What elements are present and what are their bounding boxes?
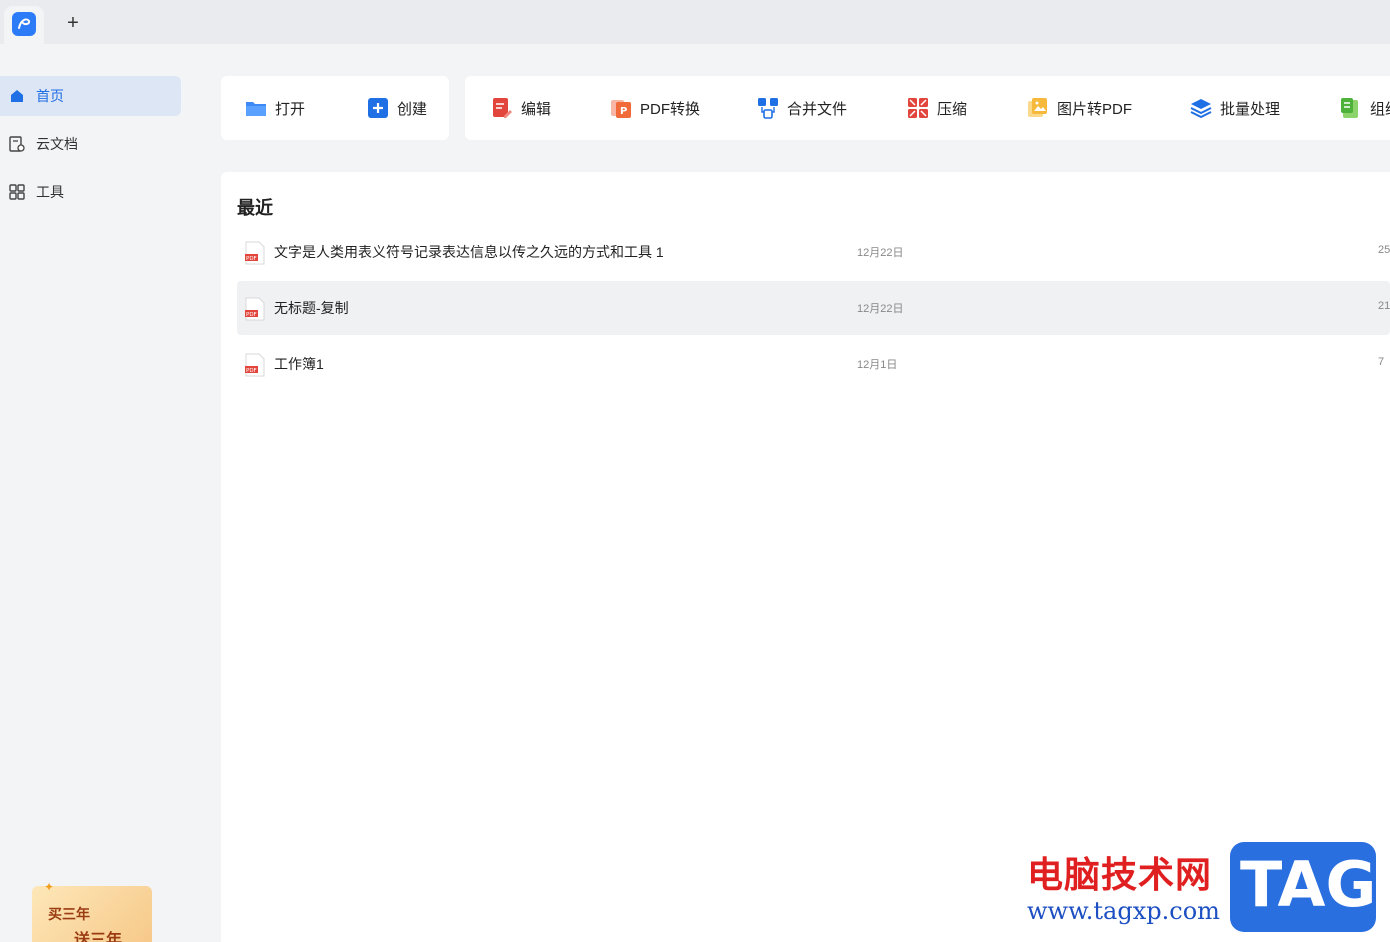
sidebar-item-home[interactable]: 首页	[0, 76, 181, 116]
open-button[interactable]: 打开	[245, 76, 305, 140]
file-date: 12月1日	[857, 359, 898, 371]
promo-line1: 买三年	[48, 906, 90, 922]
title-bar: +	[0, 0, 1390, 44]
svg-text:PDF: PDF	[246, 368, 257, 374]
pdf-file-icon: PDF	[245, 241, 265, 265]
create-label: 创建	[397, 100, 428, 118]
watermark-title: 电脑技术网	[1027, 854, 1213, 896]
edit-tool-button[interactable]: 编辑	[491, 76, 551, 140]
image-to-pdf-button[interactable]: 图片转PDF	[1027, 76, 1132, 140]
organize-label: 组织	[1370, 100, 1390, 118]
edit-tool-label: 编辑	[521, 100, 552, 118]
cloud-doc-icon	[8, 135, 26, 153]
file-date: 12月22日	[857, 303, 904, 315]
watermark-url: www.tagxp.com	[1027, 897, 1220, 925]
file-size: 25	[1378, 244, 1390, 256]
file-actions-card: 打开 创建	[221, 76, 449, 140]
watermark-badge-text: TAG	[1240, 848, 1377, 921]
file-name: 文字是人类用表义符号记录表达信息以传之久远的方式和工具 1	[274, 244, 664, 260]
image-to-pdf-label: 图片转PDF	[1057, 100, 1133, 118]
home-icon	[8, 87, 26, 105]
merge-files-label: 合并文件	[787, 100, 848, 118]
tools-card: 编辑 P PDF转换 合并文件 压缩 图片转PDF 批量处理 组织	[465, 76, 1390, 140]
compress-icon	[907, 97, 929, 119]
svg-text:PDF: PDF	[246, 312, 257, 318]
batch-process-label: 批量处理	[1220, 100, 1281, 118]
file-row[interactable]: PDF 无标题-复制 12月22日 21	[237, 281, 1390, 335]
sparkle-icon: ✦	[44, 880, 55, 894]
file-size: 21	[1378, 300, 1390, 312]
pdf-convert-icon: P	[610, 97, 632, 119]
recent-title: 最近	[237, 198, 273, 218]
new-tab-button[interactable]: +	[62, 12, 84, 34]
pdf-convert-button[interactable]: P PDF转换	[610, 76, 700, 140]
app-logo-icon	[12, 12, 36, 36]
folder-icon	[245, 97, 267, 119]
sidebar-item-tools[interactable]: 工具	[0, 172, 181, 212]
pdf-file-icon: PDF	[245, 353, 265, 377]
compress-label: 压缩	[937, 100, 968, 118]
edit-doc-icon	[491, 97, 513, 119]
open-label: 打开	[275, 100, 306, 118]
pdf-file-icon: PDF	[245, 297, 265, 321]
sidebar-item-cloud-docs[interactable]: 云文档	[0, 124, 181, 164]
file-name: 工作簿1	[274, 356, 324, 372]
merge-icon	[757, 97, 779, 119]
batch-process-button[interactable]: 批量处理	[1190, 76, 1280, 140]
create-button[interactable]: 创建	[367, 76, 427, 140]
file-row[interactable]: PDF 工作簿1 12月1日 7	[237, 337, 1390, 391]
pdf-convert-label: PDF转换	[640, 100, 701, 118]
image-to-pdf-icon	[1027, 97, 1049, 119]
compress-button[interactable]: 压缩	[907, 76, 967, 140]
promo-line2: 送三年	[74, 932, 123, 942]
promo-banner[interactable]: ✦ 买三年 送三年	[32, 880, 152, 942]
sidebar-item-label: 云文档	[36, 136, 78, 152]
batch-layers-icon	[1190, 97, 1212, 119]
svg-text:PDF: PDF	[246, 256, 257, 262]
grid-icon	[8, 183, 26, 201]
organize-icon	[1340, 97, 1362, 119]
merge-files-button[interactable]: 合并文件	[757, 76, 847, 140]
organize-button[interactable]: 组织	[1340, 76, 1390, 140]
recent-panel: 最近 PDF 文字是人类用表义符号记录表达信息以传之久远的方式和工具 1 12月…	[221, 172, 1390, 942]
svg-text:P: P	[620, 106, 627, 117]
file-date: 12月22日	[857, 247, 904, 259]
sidebar-item-label: 首页	[36, 88, 64, 104]
file-row[interactable]: PDF 文字是人类用表义符号记录表达信息以传之久远的方式和工具 1 12月22日…	[237, 225, 1390, 279]
sidebar: 首页 云文档 工具 ✦ 买三年 送三年	[0, 44, 188, 942]
file-name: 无标题-复制	[274, 300, 349, 316]
sidebar-item-label: 工具	[36, 184, 64, 200]
plus-square-icon	[367, 97, 389, 119]
file-size: 7	[1378, 356, 1385, 368]
watermark-badge: TAG	[1230, 842, 1376, 932]
app-home-tab[interactable]	[4, 6, 44, 44]
